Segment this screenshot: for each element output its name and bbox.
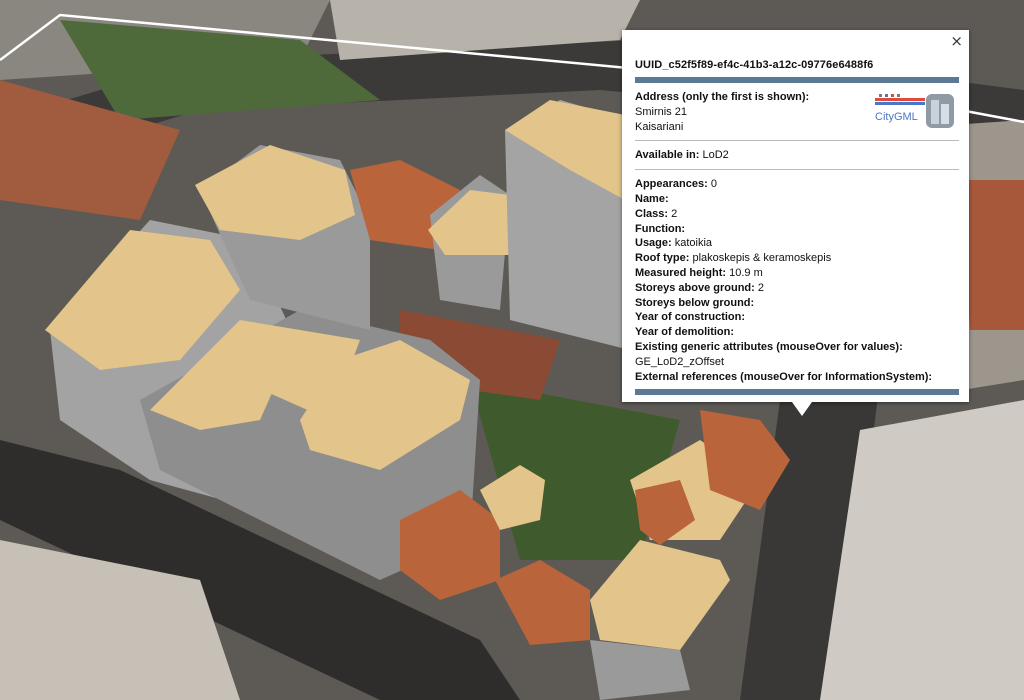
attribute-row: Name: (635, 192, 959, 207)
attribute-value: 2 (757, 281, 764, 294)
attribute-value: plakoskepis & keramoskepis (692, 252, 832, 265)
svg-text:CityGML: CityGML (875, 111, 918, 123)
attribute-row: Roof type: plakoskepis & keramoskepis (635, 251, 959, 266)
separator (635, 140, 959, 142)
attribute-label: Storeys below ground: (635, 296, 755, 309)
header-bar (635, 77, 959, 83)
attribute-label: Name: (635, 192, 669, 205)
feature-info-popup: × UUID_c52f5f89-ef4c-41b3-a12c-09776e648… (622, 30, 969, 416)
attribute-row: Measured height: 10.9 m (635, 266, 959, 281)
citygml-logo: CityGML (875, 94, 954, 128)
attribute-row: Appearances: 0 (635, 177, 959, 192)
attribute-value: 0 (710, 178, 717, 191)
attribute-label: Appearances: (635, 178, 708, 191)
feature-uuid: UUID_c52f5f89-ef4c-41b3-a12c-09776e6488f… (635, 59, 874, 71)
attribute-row: Storeys above ground: 2 (635, 281, 959, 296)
close-icon[interactable]: × (950, 33, 963, 49)
attribute-label: Year of demolition: (635, 326, 735, 339)
attribute-value: 2 (671, 207, 678, 220)
block-east-roofs (960, 180, 1024, 330)
attribute-row: Usage: katoikia (635, 236, 959, 251)
attribute-row: Year of construction: (635, 310, 959, 325)
attribute-label: Storeys above ground: (635, 281, 755, 294)
attribute-value: katoikia (674, 237, 713, 250)
generic-attribute-value[interactable]: GE_LoD2_zOffset (635, 355, 959, 370)
generic-attributes-label: Existing generic attributes (mouseOver f… (635, 340, 903, 353)
attribute-label: Usage: (635, 237, 672, 250)
attribute-list: Appearances: 0 Name: Class: 2 Function: Us… (635, 177, 959, 340)
separator (635, 169, 959, 171)
availability-row: Available in: LoD2 (635, 148, 959, 163)
external-references-label: External references (mouseOver for Infor… (635, 370, 933, 383)
attribute-label: Measured height: (635, 266, 727, 279)
attribute-label: Function: (635, 222, 686, 235)
popup-pointer (792, 402, 812, 416)
attribute-label: Class: (635, 207, 669, 220)
availability-label: Available in: (635, 149, 700, 162)
attribute-row: Class: 2 (635, 207, 959, 222)
availability-value: LoD2 (702, 149, 729, 162)
address-section: Address (only the first is shown): Smirn… (635, 90, 959, 134)
attribute-row: Storeys below ground: (635, 296, 959, 311)
attribute-label: Year of construction: (635, 311, 746, 324)
attribute-label: Roof type: (635, 252, 690, 265)
attribute-row: Function: (635, 222, 959, 237)
attribute-value: 10.9 m (729, 266, 763, 279)
attribute-row: Year of demolition: (635, 325, 959, 340)
footer-bar (635, 389, 959, 396)
